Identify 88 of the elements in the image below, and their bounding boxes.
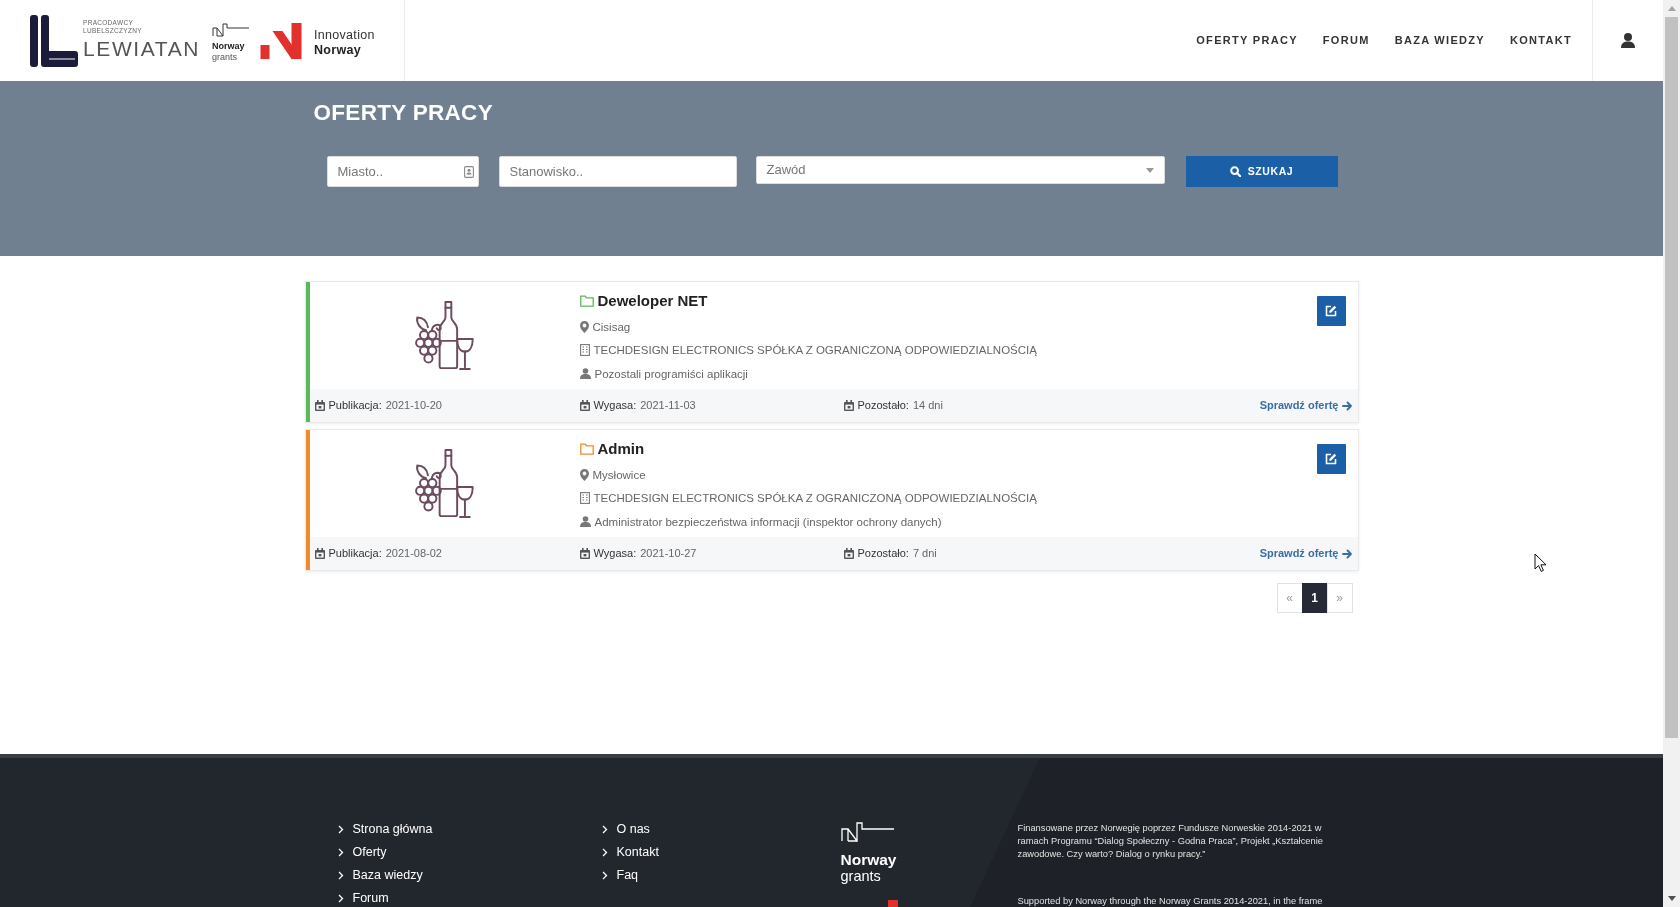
logo-wordmark: grants xyxy=(212,51,239,63)
calendar-icon xyxy=(579,400,590,411)
nav-link[interactable]: OFERTY PRACY xyxy=(1196,32,1298,49)
chevron-icon xyxy=(337,894,344,903)
chevron-icon xyxy=(337,848,344,857)
calendar-icon xyxy=(314,548,325,559)
publication-value: 2021-10-20 xyxy=(385,398,442,414)
publication-label: Publikacja: xyxy=(328,546,382,562)
footer-link[interactable]: O nas xyxy=(616,822,650,837)
edit-button[interactable] xyxy=(1316,444,1346,474)
expiry-label: Wygasa: xyxy=(593,546,637,562)
chevron-icon xyxy=(601,871,608,880)
nav-link[interactable]: FORUM xyxy=(1322,32,1370,49)
chevron-icon xyxy=(337,825,344,834)
calendar-icon xyxy=(843,548,854,559)
nav-link[interactable]: BAZA WIEDZY xyxy=(1394,32,1485,49)
offer-link[interactable]: Sprawdź ofertę xyxy=(1259,545,1352,562)
mouse-pointer-icon xyxy=(1534,553,1547,573)
occupation-text: Administrator bezpieczeństwa informacji (inspektor ochrony danych) xyxy=(594,514,942,530)
chevron-icon xyxy=(601,825,608,834)
remaining-value: 14 dni xyxy=(912,398,943,414)
chevron-icon xyxy=(337,871,344,880)
chevron-icon xyxy=(601,848,608,857)
company-name: TECHDESIGN ELECTRONICS SPÓŁKA Z OGRANICZONĄ ODPOWIEDZIALNOŚCIĄ xyxy=(593,491,1037,506)
logo-mark-icon xyxy=(840,822,895,842)
city-field[interactable]: Miasto.. xyxy=(326,156,479,187)
offer-link[interactable]: Sprawdź ofertę xyxy=(1259,397,1352,414)
caret-icon xyxy=(1145,167,1154,173)
logo-wordmark: Innovation xyxy=(314,27,375,43)
expiry-value: 2021-11-03 xyxy=(640,398,696,414)
scrollbar-thumb[interactable] xyxy=(1665,17,1678,738)
contact-card-icon[interactable] xyxy=(463,166,474,178)
person-icon xyxy=(579,368,591,379)
occupation-select[interactable]: Zawód xyxy=(755,156,1165,184)
location-text: Cisisag xyxy=(592,319,631,335)
remaining-label: Pozostało: xyxy=(857,546,909,562)
funding-note: Supported by Norway through the Norway Grants 2014-2021, in the frame xyxy=(1017,895,1324,907)
logo-mark-icon xyxy=(212,22,251,37)
job-title: Deweloper NET xyxy=(597,291,708,311)
logo-wordmark: Norway xyxy=(212,40,246,52)
user-icon[interactable] xyxy=(1621,33,1635,48)
map-pin-icon xyxy=(579,320,589,333)
logo-wordmark: LEWIATAN xyxy=(83,36,201,61)
expiry-label: Wygasa: xyxy=(593,398,637,414)
wine-and-grapes-icon xyxy=(413,299,476,372)
logo-mark-icon xyxy=(887,900,898,907)
page-title: OFERTY PRACY xyxy=(312,99,494,127)
footer-link[interactable]: Kontakt xyxy=(616,845,659,860)
expiry-value: 2021-10-27 xyxy=(640,546,697,562)
edit-icon xyxy=(1325,305,1337,317)
footer-link[interactable]: Faq xyxy=(616,868,639,883)
remaining-value: 7 dni xyxy=(912,546,937,562)
publication-label: Publikacja: xyxy=(328,398,382,414)
page-number-link[interactable]: 1 xyxy=(1301,583,1328,613)
company-name: TECHDESIGN ELECTRONICS SPÓŁKA Z OGRANICZONĄ ODPOWIEDZIALNOŚCIĄ xyxy=(593,343,1037,358)
edit-button[interactable] xyxy=(1316,296,1346,326)
search-button[interactable]: SZUKAJ xyxy=(1185,156,1338,187)
footer-link[interactable]: Strona główna xyxy=(352,822,433,837)
nav-link[interactable]: KONTAKT xyxy=(1509,32,1572,49)
wine-and-grapes-icon xyxy=(413,447,476,520)
calendar-icon xyxy=(314,400,325,411)
map-pin-icon xyxy=(579,468,589,481)
position-field[interactable]: Stanowisko.. xyxy=(498,156,737,187)
arrow-right-icon xyxy=(1341,400,1352,411)
down-arrow-icon xyxy=(1667,896,1676,901)
logo-wordmark: Norway xyxy=(314,42,362,58)
publication-value: 2021-08-02 xyxy=(385,546,442,562)
calendar-icon xyxy=(843,400,854,411)
building-icon xyxy=(579,344,590,356)
up-arrow-icon xyxy=(1667,6,1676,11)
logo-wordmark: grants xyxy=(840,868,881,885)
search-icon xyxy=(1229,166,1241,177)
logo-mark-icon xyxy=(30,14,78,67)
remaining-label: Pozostało: xyxy=(857,398,909,414)
funding-note: Finansowane przez Norwegię poprzez Fundusze Norweskie 2014-2021 w ramach Programu “Dialog Społeczny - Godna Praca”, Projekt „Kształcenie zawodowe. Czy warto? Dialog o rynku pracy.” xyxy=(1017,822,1324,861)
calendar-icon xyxy=(579,548,590,559)
arrow-right-icon xyxy=(1341,548,1352,559)
location-text: Mysłowice xyxy=(592,467,646,483)
logo-mark-icon xyxy=(260,22,303,59)
footer-link[interactable]: Baza wiedzy xyxy=(352,868,423,883)
job-title: Admin xyxy=(597,439,645,459)
edit-icon xyxy=(1325,453,1337,465)
logo-wordmark: Norway xyxy=(840,851,897,868)
person-icon xyxy=(579,516,591,527)
building-icon xyxy=(579,492,590,504)
footer-link[interactable]: Forum xyxy=(352,891,389,906)
occupation-text: Pozostali programiści aplikacji xyxy=(594,366,748,382)
footer-link[interactable]: Oferty xyxy=(352,845,387,860)
